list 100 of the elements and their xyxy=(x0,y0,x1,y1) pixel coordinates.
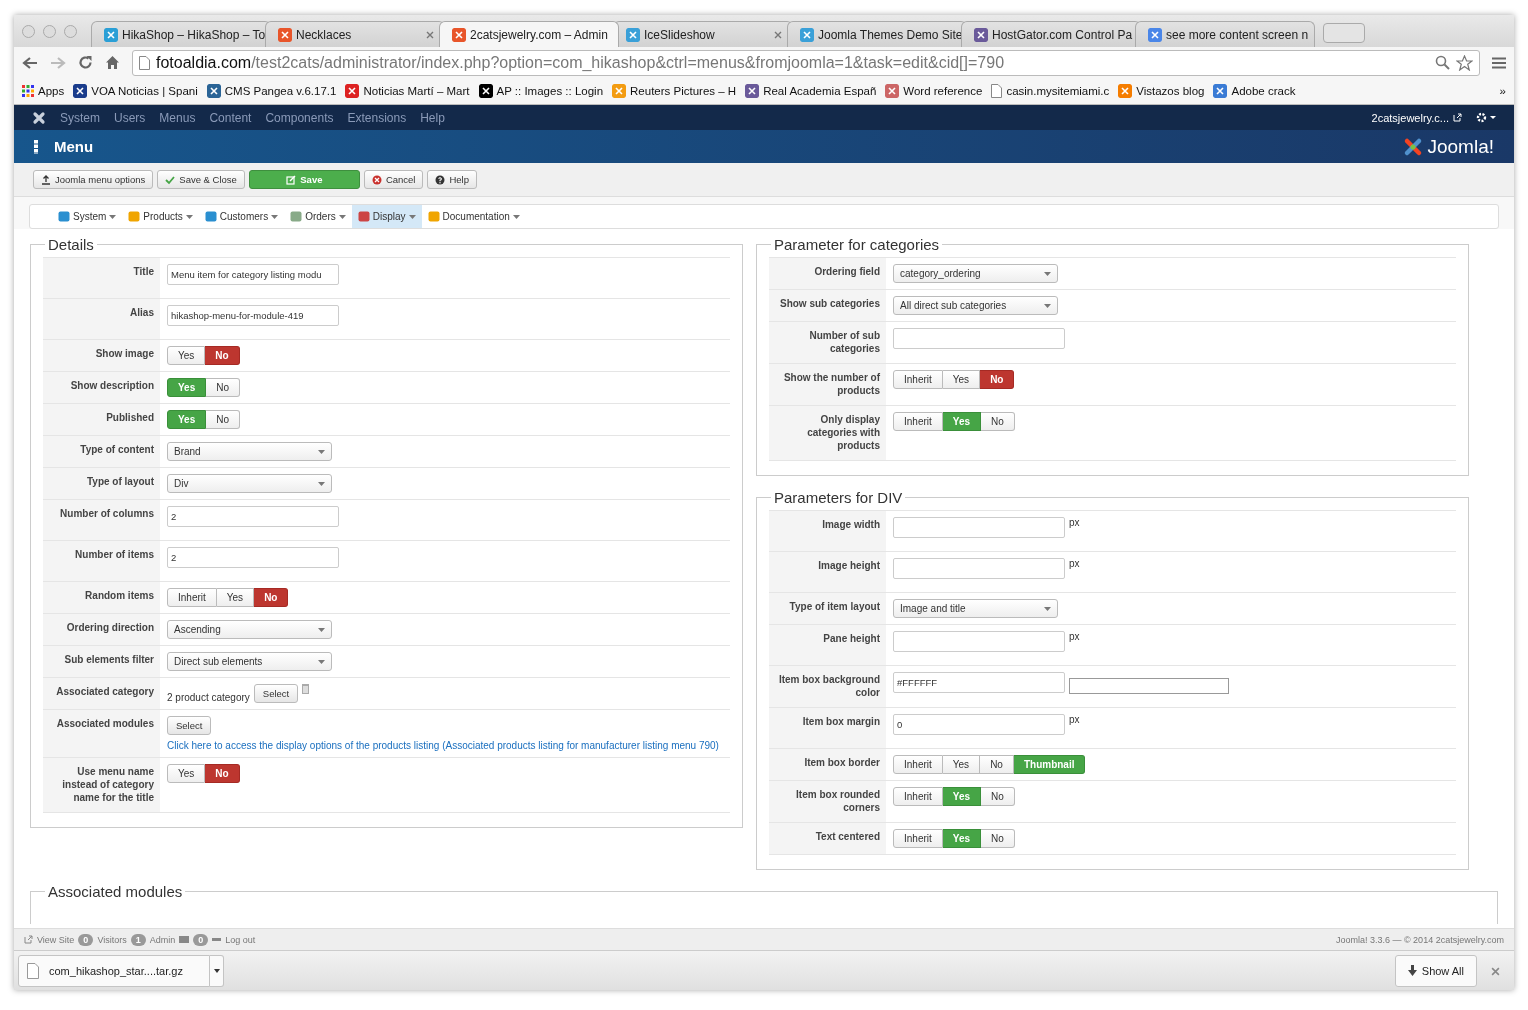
component-menu-item[interactable]: Customers xyxy=(198,205,285,228)
bookmark-item[interactable]: Reuters Pictures – H xyxy=(612,84,737,98)
toolbar-button[interactable]: Cancel xyxy=(363,170,424,189)
text-field[interactable] xyxy=(893,328,1065,349)
select-button[interactable]: Select xyxy=(167,716,212,735)
close-icon[interactable] xyxy=(774,30,782,39)
toggle-option[interactable]: No xyxy=(980,755,1014,774)
browser-tab[interactable]: 2catsjewelry.com – Admin xyxy=(439,21,619,47)
toggle-option[interactable]: Inherit xyxy=(167,588,217,607)
show-all-button[interactable]: Show All xyxy=(1394,954,1477,987)
menu-icon[interactable] xyxy=(1492,56,1506,69)
dropdown[interactable]: Ascending xyxy=(167,620,332,639)
toggle-option[interactable]: No xyxy=(981,412,1015,431)
admin-menu-item[interactable]: Users xyxy=(114,110,146,125)
toolbar-button[interactable]: Save & Close xyxy=(157,170,245,189)
component-menu-item[interactable]: Documentation xyxy=(421,205,526,228)
text-field[interactable] xyxy=(893,558,1065,579)
toggle-option[interactable]: Inherit xyxy=(893,412,943,431)
address-bar[interactable]: fotoaldia.com/test2cats/administrator/index.php?option=com_hikashop&ctrl=menus&fromjoomla=1&task=edit&cid[]=790 xyxy=(132,49,1480,76)
admin-menu-item[interactable]: Menus xyxy=(159,110,196,125)
download-item[interactable]: com_hikashop_star....tar.gz xyxy=(18,954,210,987)
more-bookmarks-button[interactable]: » xyxy=(1499,85,1506,97)
toggle-option[interactable]: No xyxy=(206,410,241,429)
admin-menu-item[interactable]: System xyxy=(60,110,100,125)
window-control-button[interactable] xyxy=(43,24,56,38)
admin-menu-item[interactable]: Help xyxy=(420,110,445,125)
back-icon[interactable] xyxy=(22,55,38,70)
text-field[interactable] xyxy=(893,631,1065,652)
logout-link[interactable]: Log out xyxy=(225,934,256,945)
toggle-option[interactable]: Inherit xyxy=(893,787,943,806)
settings-icon[interactable] xyxy=(1476,112,1496,123)
toggle-option[interactable]: Yes xyxy=(942,370,981,389)
component-menu-item[interactable]: System xyxy=(52,205,123,228)
bookmark-item[interactable]: Real Academia Españ xyxy=(745,84,877,98)
close-icon[interactable] xyxy=(1491,966,1500,976)
toggle-option[interactable]: Yes xyxy=(167,346,206,365)
browser-tab[interactable]: see more content screen n xyxy=(1135,21,1315,47)
admin-menu-item[interactable]: Content xyxy=(209,110,252,125)
text-field[interactable]: Menu item for category listing modu xyxy=(167,264,339,285)
dropdown[interactable]: Direct sub elements xyxy=(167,652,332,671)
view-site-link[interactable]: View Site xyxy=(37,934,75,945)
bookmark-item[interactable]: Noticias Martí – Mart xyxy=(345,84,470,98)
new-tab-button[interactable] xyxy=(1323,23,1365,43)
toggle-option[interactable]: No xyxy=(206,378,241,397)
window-control-button[interactable] xyxy=(64,24,77,38)
menu-item-icon xyxy=(128,211,141,222)
bookmark-item[interactable]: casin.mysitemiami.c xyxy=(991,84,1110,98)
toggle-option[interactable]: No xyxy=(980,370,1015,389)
search-icon[interactable] xyxy=(1435,55,1450,70)
bookmark-item[interactable]: CMS Pangea v.6.17.1 xyxy=(206,84,337,98)
joomla-logo-icon[interactable] xyxy=(32,110,46,125)
bookmark-item[interactable]: Vistazos blog xyxy=(1118,84,1205,98)
unit-label: px xyxy=(1069,517,1080,528)
toolbar-button[interactable]: Joomla menu options xyxy=(33,170,154,189)
dropdown[interactable]: Image and title xyxy=(893,599,1058,618)
toggle-option[interactable]: No xyxy=(981,829,1015,848)
text-field[interactable]: hikashop-menu-for-module-419 xyxy=(167,305,339,326)
star-icon[interactable] xyxy=(1456,54,1473,71)
toggle-option[interactable]: Inherit xyxy=(893,829,943,848)
text-field[interactable]: 2 xyxy=(167,506,339,527)
text-field[interactable]: 0 xyxy=(893,714,1065,735)
text-field[interactable] xyxy=(893,517,1065,538)
bookmark-item[interactable]: AP :: Images :: Login xyxy=(478,84,604,98)
forward-icon[interactable] xyxy=(50,55,66,70)
admin-menu-item[interactable]: Components xyxy=(265,110,334,125)
reload-icon[interactable] xyxy=(78,55,93,70)
text-field[interactable]: #FFFFFF xyxy=(893,672,1065,693)
component-menu-item[interactable]: Display xyxy=(351,205,422,228)
bookmark-item[interactable]: Apps xyxy=(22,85,65,97)
download-menu-button[interactable] xyxy=(210,954,224,987)
toggle-option[interactable]: No xyxy=(205,346,240,365)
home-icon[interactable] xyxy=(105,55,120,70)
component-menu-item[interactable]: Orders xyxy=(284,205,352,228)
display-options-link[interactable]: Click here to access the display options of the products listing (Associated products listing for manufacturer listing menu 790) xyxy=(167,740,724,751)
component-menu-item[interactable]: Products xyxy=(122,205,199,228)
toggle-option[interactable]: No xyxy=(981,787,1015,806)
dropdown[interactable]: category_ordering xyxy=(893,264,1058,283)
close-icon[interactable] xyxy=(426,30,434,39)
admin-menu-item[interactable]: Extensions xyxy=(347,110,407,125)
toggle-option[interactable]: Inherit xyxy=(893,755,943,774)
toggle-option[interactable]: Yes xyxy=(216,588,255,607)
bookmark-item[interactable]: Adobe crack xyxy=(1213,84,1296,98)
toggle-option[interactable]: Yes xyxy=(167,764,206,783)
dropdown[interactable]: Div xyxy=(167,474,332,493)
toggle-option[interactable]: No xyxy=(254,588,289,607)
site-link[interactable]: 2catsjewelry.c... xyxy=(1371,111,1462,124)
window-control-button[interactable] xyxy=(22,24,35,38)
toggle-option[interactable]: Inherit xyxy=(893,370,943,389)
select-button[interactable]: Select xyxy=(253,684,299,703)
bookmark-item[interactable]: Word reference xyxy=(885,84,983,98)
dropdown[interactable]: All direct sub categories xyxy=(893,296,1058,315)
dropdown[interactable]: Brand xyxy=(167,442,332,461)
text-field[interactable]: 2 xyxy=(167,547,339,568)
menu-item-icon xyxy=(427,211,440,222)
color-swatch[interactable] xyxy=(1069,678,1229,694)
trash-icon[interactable] xyxy=(302,684,310,694)
bookmark-item[interactable]: VOA Noticias | Spani xyxy=(73,84,198,98)
toolbar-button[interactable]: Help xyxy=(427,170,477,189)
toggle-option[interactable]: No xyxy=(205,764,240,783)
toggle-option[interactable]: Yes xyxy=(942,755,981,774)
